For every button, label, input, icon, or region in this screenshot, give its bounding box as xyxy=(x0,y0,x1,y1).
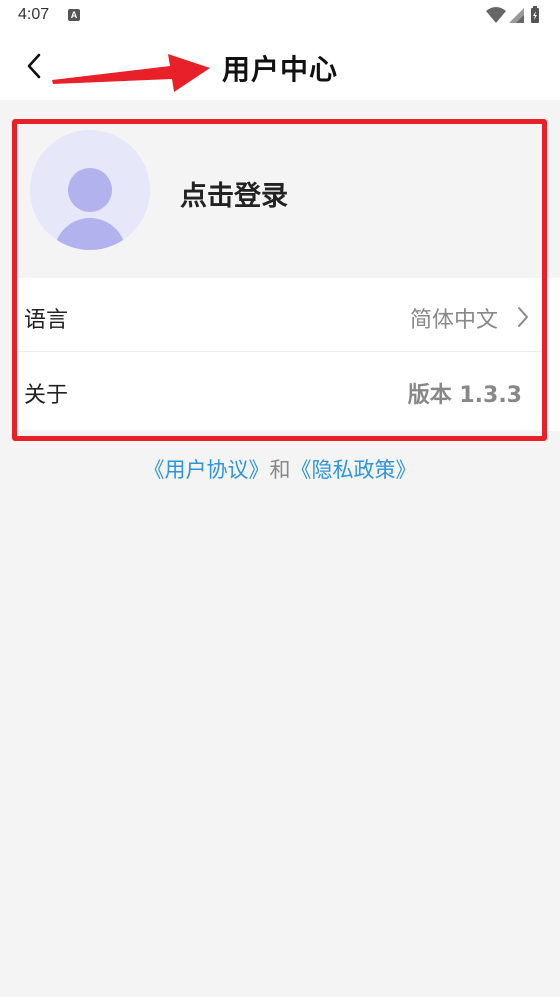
battery-icon xyxy=(531,6,539,23)
language-label: 语言 xyxy=(24,308,69,333)
status-icons xyxy=(486,6,546,26)
wifi-icon xyxy=(486,7,506,23)
chevron-right-icon xyxy=(518,307,528,327)
version-value: 版本 1.3.3 xyxy=(407,383,522,408)
language-row[interactable]: 语言 简体中文 xyxy=(14,278,544,352)
privacy-policy-link[interactable]: 《隐私政策》 xyxy=(291,458,417,482)
status-bar: 4:07 A xyxy=(0,0,560,32)
about-label: 关于 xyxy=(24,383,69,408)
about-row[interactable]: 关于 版本 1.3.3 xyxy=(14,353,544,427)
user-card[interactable]: 点击登录 xyxy=(14,122,544,278)
legal-links: 《用户协议》和《隐私政策》 xyxy=(0,454,560,484)
signal-icon xyxy=(509,8,524,23)
avatar-head-icon xyxy=(68,168,112,212)
language-value: 简体中文 xyxy=(409,308,498,333)
settings-list: 语言 简体中文 关于 版本 1.3.3 xyxy=(14,278,544,430)
user-agreement-link[interactable]: 《用户协议》 xyxy=(144,458,270,482)
list-edge xyxy=(547,278,560,431)
annotation-arrow-icon xyxy=(52,54,210,92)
avatar-body-icon xyxy=(54,218,126,250)
notification-a-icon: A xyxy=(68,9,80,21)
status-time: 4:07 xyxy=(18,6,50,23)
legal-conjunction: 和 xyxy=(269,458,291,482)
avatar[interactable] xyxy=(30,130,150,250)
login-button[interactable]: 点击登录 xyxy=(180,174,288,213)
